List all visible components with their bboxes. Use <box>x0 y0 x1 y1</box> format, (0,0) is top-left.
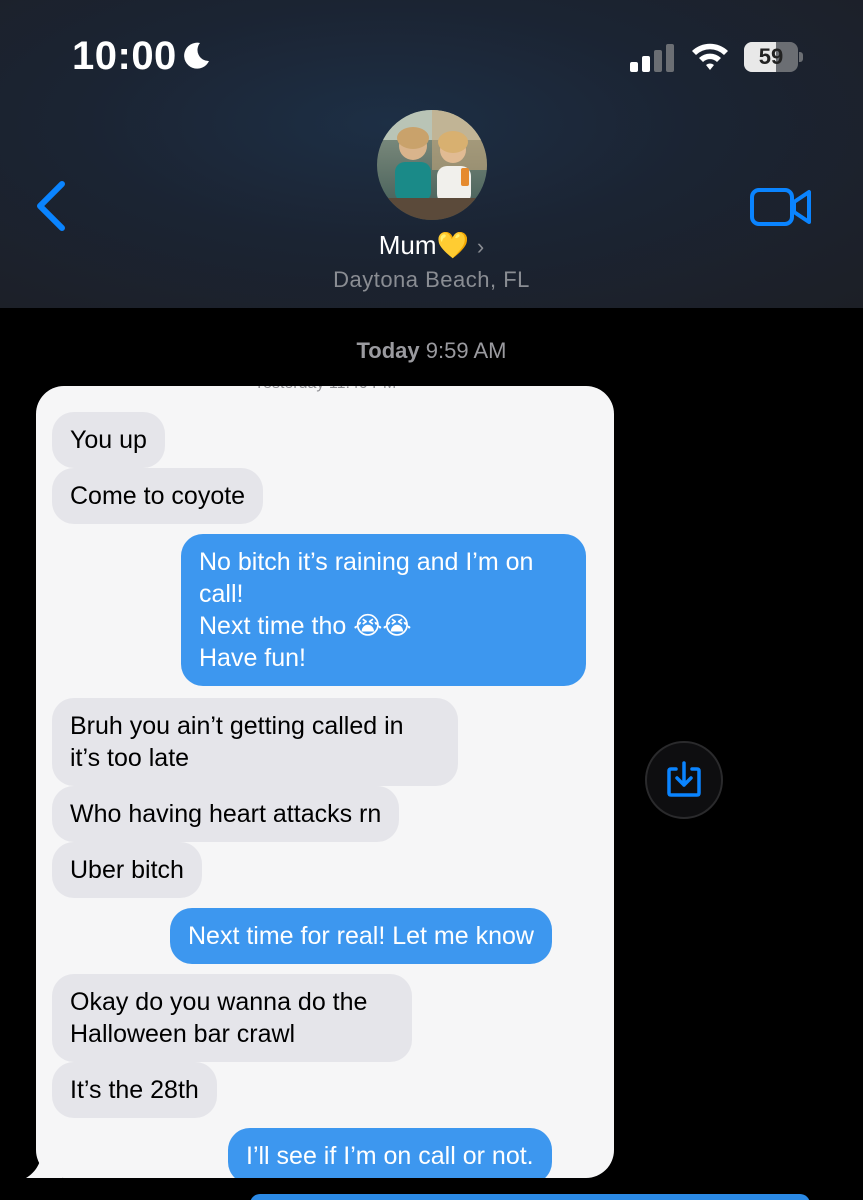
contact-avatar[interactable] <box>377 110 487 220</box>
contact-name-row[interactable]: Mum💛 › <box>0 230 863 261</box>
heart-emoji: 💛 <box>436 230 469 260</box>
message-bubble-incoming: Bruh you ain’t getting called in it’s to… <box>52 698 458 786</box>
signal-icon <box>630 44 674 72</box>
message-bubble-outgoing: I’ll see if I’m on call or not. <box>228 1128 552 1178</box>
next-message-bubble <box>250 1194 810 1200</box>
conversation-header: 10:00 59 Mum💛 › Daytona Beach, FL <box>0 0 863 308</box>
back-chevron-icon[interactable] <box>34 180 68 232</box>
screenshot-image-message[interactable]: Yesterday 11:40 PM You up Come to coyote… <box>36 386 614 1178</box>
download-icon <box>667 761 701 797</box>
message-bubble-outgoing: No bitch it’s raining and I’m on call! N… <box>181 534 586 686</box>
message-bubble-incoming: You up <box>52 412 165 468</box>
contact-location: Daytona Beach, FL <box>333 267 530 292</box>
message-bubble-incoming: Come to coyote <box>52 468 264 524</box>
message-bubble-incoming: Uber bitch <box>52 842 202 898</box>
message-timestamp: Today 9:59 AM <box>0 338 863 364</box>
wifi-icon <box>692 43 728 70</box>
message-bubble-incoming: It’s the 28th <box>52 1062 217 1118</box>
message-bubble-incoming: Okay do you wanna do the Halloween bar c… <box>52 974 412 1062</box>
status-time: 10:00 <box>72 34 177 78</box>
contact-name: Mum <box>378 230 437 260</box>
save-image-button[interactable] <box>645 741 723 819</box>
timestamp-day: Today <box>356 338 420 363</box>
battery-icon: 59 <box>744 42 803 72</box>
message-bubble-incoming: Who having heart attacks rn <box>52 786 400 842</box>
moon-icon <box>184 42 209 69</box>
avatar-photo <box>377 110 487 220</box>
cropped-timestamp: Yesterday 11:40 PM <box>36 386 614 393</box>
message-bubble-outgoing: Next time for real! Let me know <box>170 908 552 964</box>
timestamp-time: 9:59 AM <box>425 338 507 363</box>
video-call-icon[interactable] <box>750 186 812 228</box>
bubble-tail <box>26 1148 62 1178</box>
contact-info[interactable]: Mum💛 › Daytona Beach, FL <box>0 230 863 293</box>
chevron-right-icon: › <box>476 234 485 259</box>
battery-percent: 59 <box>758 44 784 69</box>
